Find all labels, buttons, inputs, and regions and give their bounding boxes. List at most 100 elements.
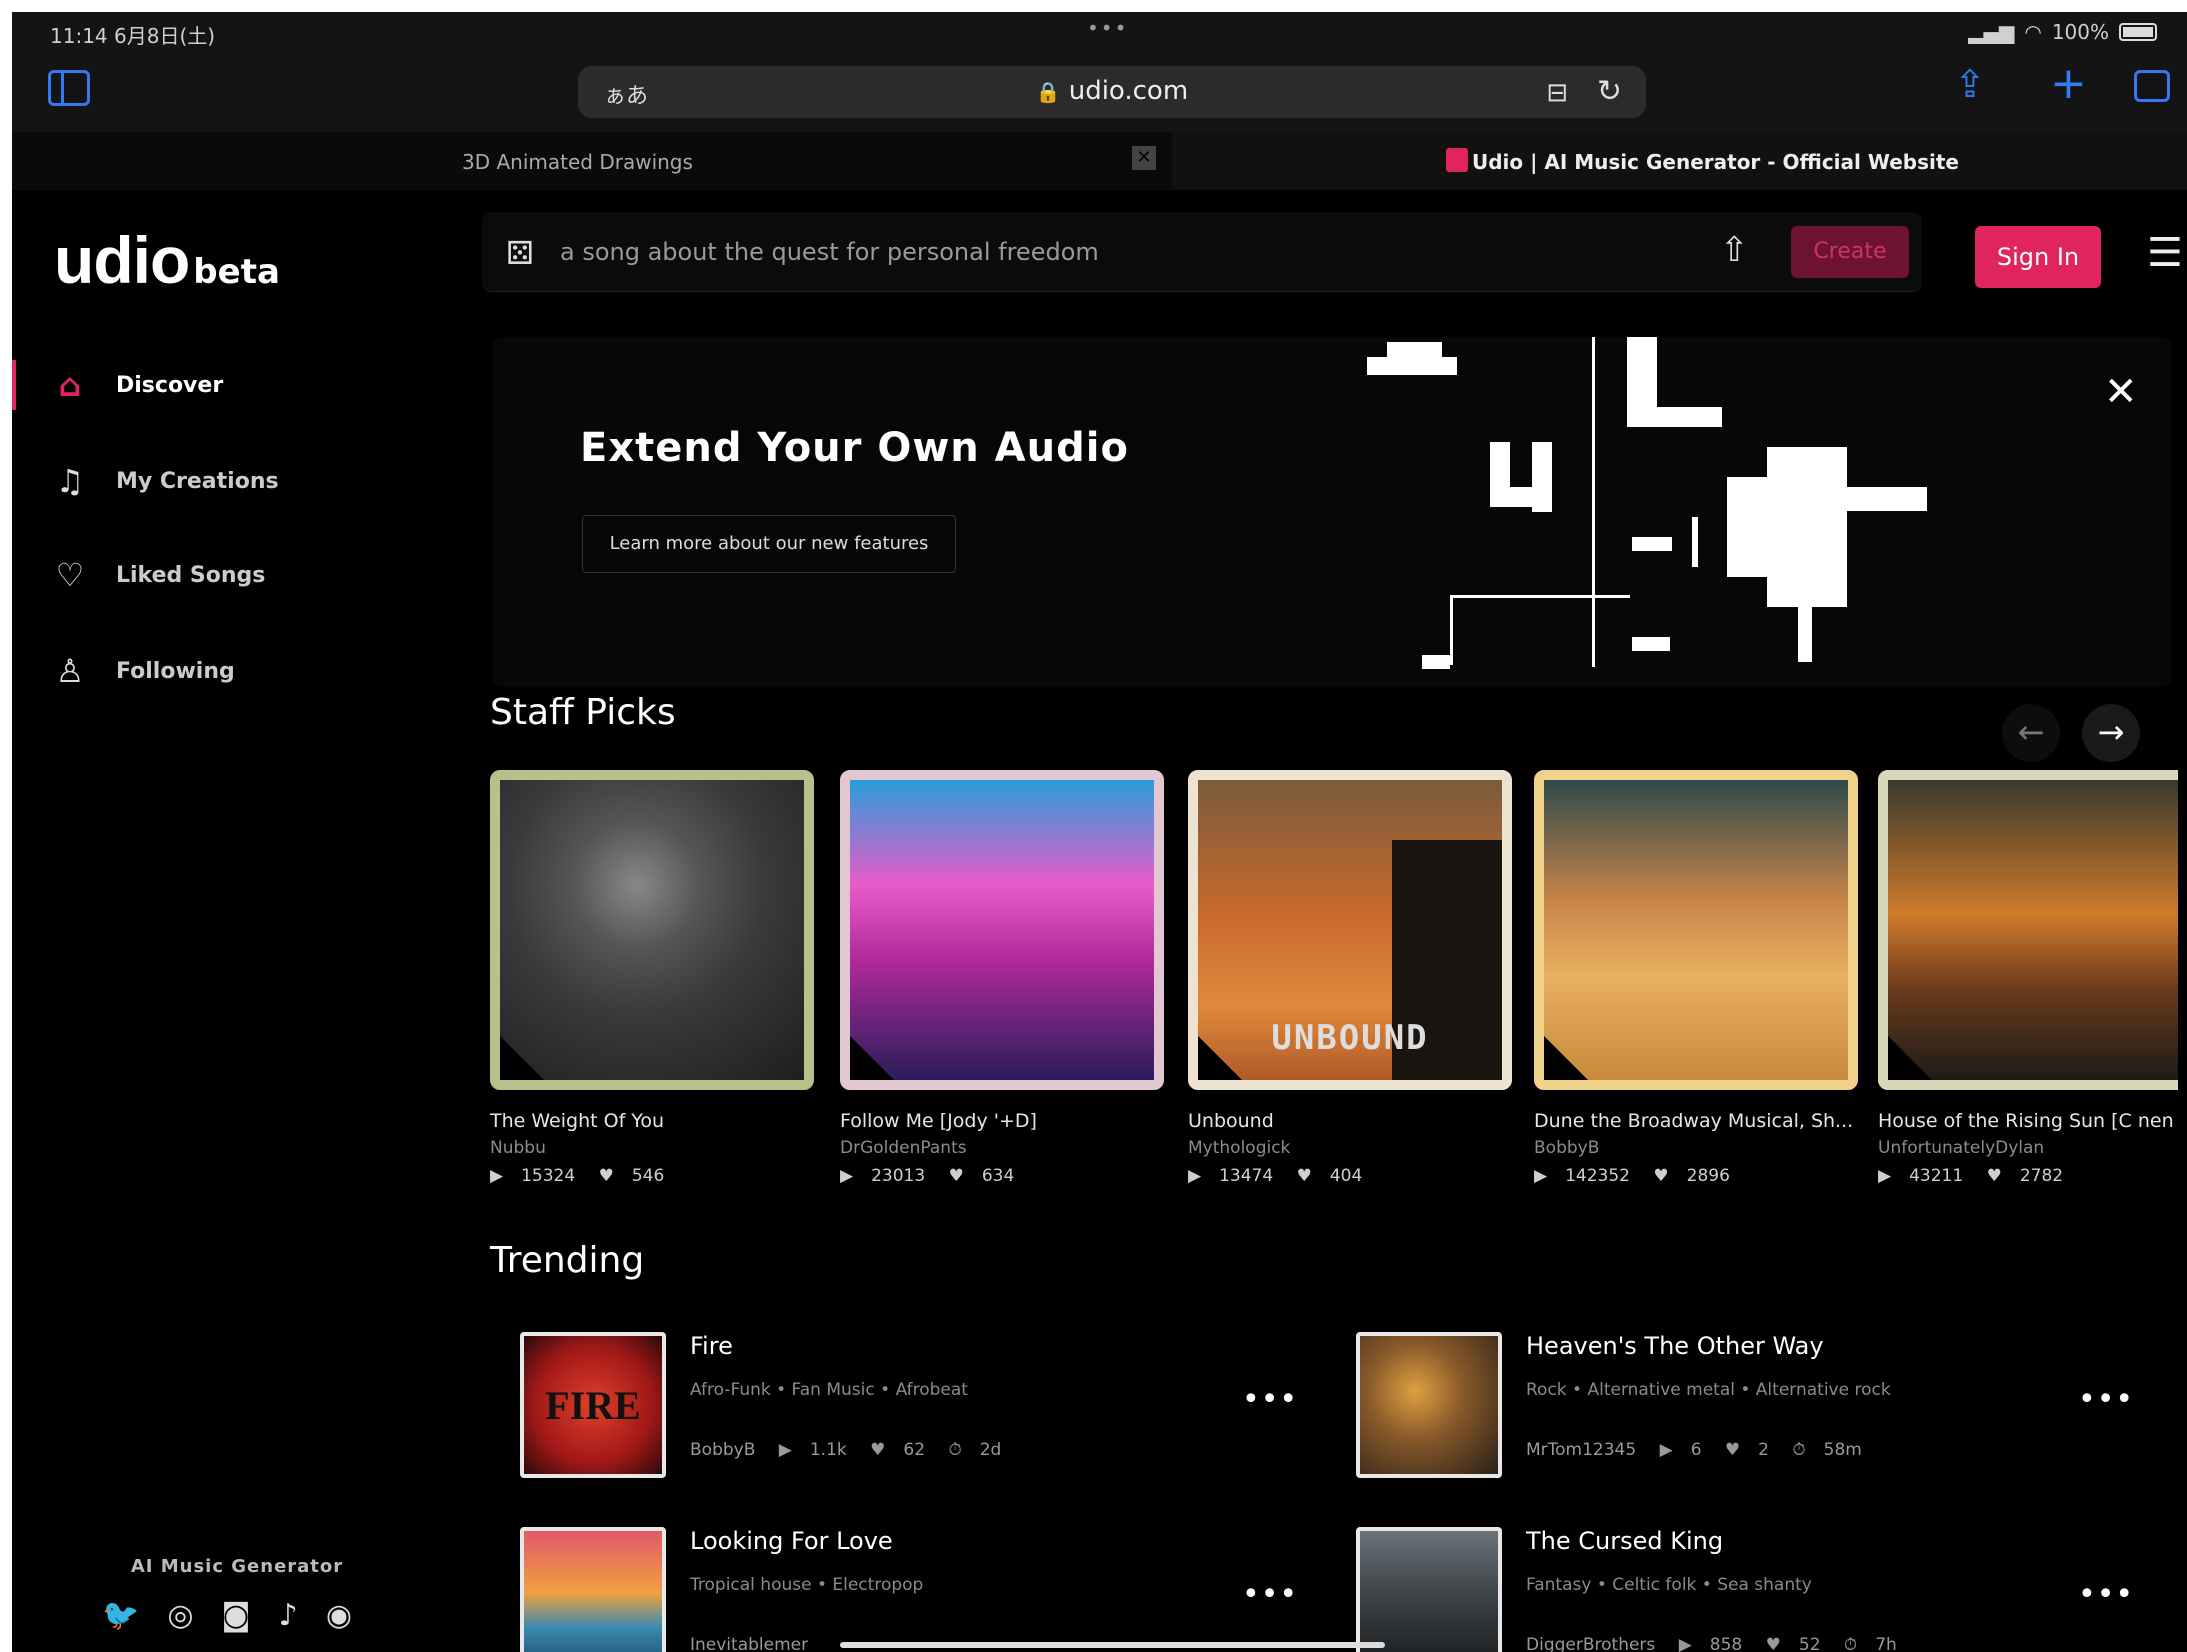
staff-pick-card[interactable]: The Weight Of You Nubbu ▶ 15324 ♥ 546 [490, 770, 814, 1186]
cover-art[interactable]: UNBOUND [1188, 770, 1512, 1090]
sidebar-item-following[interactable]: ♙ Following [12, 636, 452, 706]
close-icon[interactable]: ✕ [2104, 369, 2138, 415]
twitter-icon[interactable]: 🐦 [102, 1598, 139, 1633]
staff-pick-card[interactable]: House of the Rising Sun [C nen Unfortuna… [1878, 770, 2178, 1186]
heart-icon: ♥ [1296, 1166, 1312, 1186]
trending-item[interactable]: The Cursed King Fantasy • Celtic folk • … [1356, 1527, 2133, 1652]
carousel-next-button[interactable]: → [2082, 704, 2140, 762]
track-user[interactable]: BobbyB [690, 1440, 755, 1460]
play-icon: ▶ [1659, 1440, 1673, 1460]
battery-percent: 100% [2051, 20, 2109, 44]
sidebar-item-liked-songs[interactable]: ♡ Liked Songs [12, 540, 452, 610]
status-time: 11:14 6月8日(土) [50, 24, 216, 48]
sidebar-item-my-creations[interactable]: ♫ My Creations [12, 446, 452, 516]
artist-name[interactable]: Nubbu [490, 1138, 814, 1158]
multitasking-dots[interactable]: ••• [1087, 16, 1128, 40]
artist-name[interactable]: Mythologick [1188, 1138, 1512, 1158]
track-meta: DiggerBrothers ▶ 858 ♥ 52 ⏱ 7h [1526, 1635, 1915, 1652]
address-bar[interactable]: ぁあ 🔒 udio.com ⊟ ↻ [578, 66, 1646, 118]
artist-name[interactable]: UnfortunatelyDylan [1878, 1138, 2178, 1158]
sidebar-item-discover[interactable]: ⌂ Discover [12, 350, 452, 420]
play-count: 43211 [1909, 1166, 1964, 1186]
dice-icon[interactable]: ⚄ [506, 234, 534, 272]
url-display[interactable]: 🔒 udio.com [578, 76, 1646, 106]
cover-art[interactable] [1534, 770, 1858, 1090]
track-tags[interactable]: Tropical house • Electropop [690, 1575, 923, 1595]
reddit-icon[interactable]: ◉ [326, 1598, 352, 1633]
play-icon: ▶ [1878, 1166, 1892, 1186]
share-icon[interactable]: ⇪ [1954, 62, 1986, 106]
udio-corner-mark-icon [1198, 1036, 1242, 1080]
track-age: 2d [979, 1440, 1002, 1460]
track-tags[interactable]: Afro-Funk • Fan Music • Afrobeat [690, 1380, 968, 1400]
artist-name[interactable]: DrGoldenPants [840, 1138, 1164, 1158]
trending-item[interactable]: FIRE Fire Afro-Funk • Fan Music • Afrobe… [520, 1332, 1297, 1482]
track-user[interactable]: MrTom12345 [1526, 1440, 1636, 1460]
cover-art[interactable] [490, 770, 814, 1090]
carousel-prev-button[interactable]: ← [2002, 704, 2060, 762]
tab-label: Udio | AI Music Generator - Official Web… [1472, 150, 1959, 174]
track-tags[interactable]: Fantasy • Celtic folk • Sea shanty [1526, 1575, 1812, 1595]
track-thumbnail[interactable] [1356, 1527, 1502, 1652]
upload-icon[interactable]: ⇧ [1720, 230, 1749, 270]
song-title[interactable]: The Weight Of You [490, 1110, 820, 1132]
instagram-icon[interactable]: ◎ [167, 1598, 193, 1633]
tab-animated-drawings[interactable]: 3D Animated Drawings ✕ [452, 132, 1172, 190]
song-title[interactable]: Unbound [1188, 1110, 1518, 1132]
track-user[interactable]: Inevitablemer [690, 1635, 808, 1652]
like-count: 2 [1758, 1440, 1769, 1460]
tab-overview-icon[interactable] [2134, 70, 2170, 102]
more-options-icon[interactable]: ••• [2078, 1577, 2134, 1612]
reader-mode-icon[interactable]: ⊟ [1546, 78, 1568, 108]
staff-pick-card[interactable]: UNBOUND Unbound Mythologick ▶ 13474 ♥ 404 [1188, 770, 1512, 1186]
song-title[interactable]: House of the Rising Sun [C nen [1878, 1110, 2178, 1132]
track-title[interactable]: The Cursed King [1526, 1527, 1723, 1555]
more-options-icon[interactable]: ••• [2078, 1382, 2134, 1417]
prompt-input[interactable]: ⚄ a song about the quest for personal fr… [482, 212, 1922, 292]
learn-more-button[interactable]: Learn more about our new features [582, 515, 956, 573]
track-tags[interactable]: Rock • Alternative metal • Alternative r… [1526, 1380, 1891, 1400]
song-title[interactable]: Follow Me [Jody '+D] [840, 1110, 1170, 1132]
cover-text: UNBOUND [1271, 1018, 1429, 1058]
staff-pick-card[interactable]: Dune the Broadway Musical, Sh... BobbyB … [1534, 770, 1858, 1186]
sign-in-button[interactable]: Sign In [1975, 226, 2101, 288]
cover-art[interactable] [1878, 770, 2178, 1090]
more-options-icon[interactable]: ••• [1242, 1382, 1298, 1417]
song-title[interactable]: Dune the Broadway Musical, Sh... [1534, 1110, 1864, 1132]
staff-pick-card[interactable]: Follow Me [Jody '+D] DrGoldenPants ▶ 2301… [840, 770, 1164, 1186]
track-thumbnail[interactable] [1356, 1332, 1502, 1478]
track-user[interactable]: DiggerBrothers [1526, 1635, 1655, 1652]
trending-item[interactable]: Looking For Love Tropical house • Electr… [520, 1527, 1297, 1652]
hamburger-menu-icon[interactable]: ☰ [2147, 230, 2183, 276]
tiktok-icon[interactable]: ♪ [279, 1598, 298, 1633]
feature-banner: Extend Your Own Audio Learn more about o… [492, 337, 2172, 687]
trending-item[interactable]: Heaven's The Other Way Rock • Alternativ… [1356, 1332, 2133, 1482]
udio-logo[interactable]: udio beta [54, 222, 280, 298]
play-icon: ▶ [1188, 1166, 1202, 1186]
reload-icon[interactable]: ↻ [1597, 74, 1622, 109]
status-indicators: ▂▄▆ ◠ 100% [1968, 20, 2157, 44]
track-title[interactable]: Looking For Love [690, 1527, 893, 1555]
sidebar: udio beta ⌂ Discover ♫ My Creations ♡ Lik… [12, 190, 462, 1652]
discord-icon[interactable]: ◙ [222, 1598, 251, 1633]
tab-udio[interactable]: Udio | AI Music Generator - Official Web… [1172, 132, 2187, 190]
thumbnail-text: FIRE [545, 1383, 641, 1428]
url-text: udio.com [1068, 76, 1189, 106]
artist-name[interactable]: BobbyB [1534, 1138, 1858, 1158]
heart-icon: ♥ [1986, 1166, 2002, 1186]
clock-icon: ⏱ [1843, 1635, 1858, 1652]
track-title[interactable]: Fire [690, 1332, 733, 1360]
track-title[interactable]: Heaven's The Other Way [1526, 1332, 1824, 1360]
more-options-icon[interactable]: ••• [1242, 1577, 1298, 1612]
track-thumbnail[interactable]: FIRE [520, 1332, 666, 1478]
heart-icon: ♥ [1765, 1635, 1781, 1652]
like-count: 2782 [2019, 1166, 2064, 1186]
play-icon: ▶ [490, 1166, 504, 1186]
create-button[interactable]: Create [1791, 226, 1909, 278]
cover-art[interactable] [840, 770, 1164, 1090]
horizontal-scrollbar[interactable] [840, 1642, 1385, 1648]
new-tab-icon[interactable]: + [2050, 58, 2087, 109]
close-tab-icon[interactable]: ✕ [1132, 146, 1156, 170]
sidebar-toggle-icon[interactable] [48, 70, 90, 106]
track-thumbnail[interactable] [520, 1527, 666, 1652]
